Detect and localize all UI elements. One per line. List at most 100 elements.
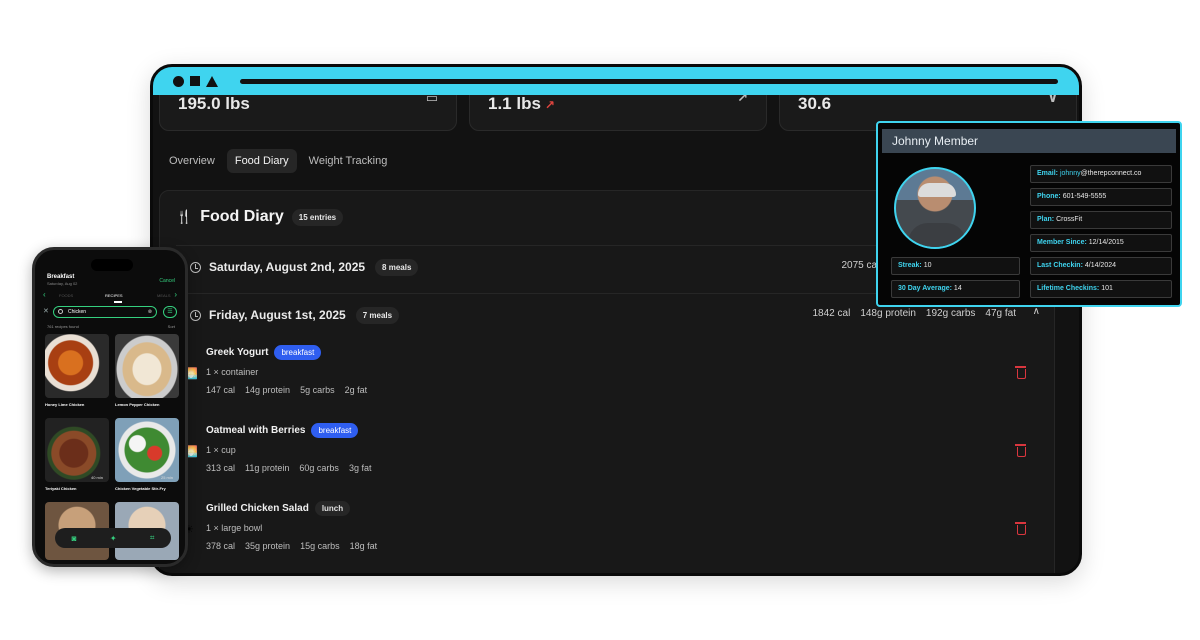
- day-protein: 148g protein: [860, 308, 916, 319]
- meal-macros: 378 cal 35g protein 15g carbs 18g fat: [206, 541, 377, 551]
- phone-date: Saturday, Aug 02: [47, 281, 78, 286]
- meal-name-row: Oatmeal with Berries breakfast: [206, 423, 359, 438]
- meal-carbs: 5g carbs: [300, 385, 335, 395]
- recipe-tile[interactable]: [115, 418, 179, 482]
- fork-knife-icon: 🍴: [176, 209, 193, 224]
- tab-weight-tracking[interactable]: Weight Tracking: [301, 149, 396, 173]
- sparkle-icon[interactable]: ✦: [110, 534, 117, 543]
- meal-calories: 378 cal: [206, 541, 236, 551]
- tab-overview[interactable]: Overview: [161, 149, 223, 173]
- meal-name: Oatmeal with Berries: [206, 425, 306, 436]
- recipe-tile[interactable]: [115, 334, 179, 398]
- meal-tag: breakfast: [274, 345, 322, 360]
- trash-icon[interactable]: [1015, 444, 1026, 457]
- member-email: Email: johnny@therepconnect.co: [1030, 165, 1172, 183]
- member-plan: Plan: CrossFit: [1030, 211, 1172, 229]
- day-date: Friday, August 1st, 2025: [209, 308, 346, 322]
- stat-value: 1.1 lbs ↗: [488, 94, 555, 113]
- square-icon: [190, 76, 200, 86]
- meal-name: Greek Yogurt: [206, 347, 269, 358]
- day-date: Saturday, August 2nd, 2025: [209, 260, 366, 274]
- search-value: Chicken: [68, 309, 87, 315]
- phone-tab-bar: ‹ FOODS RECIPES MEALS ›: [41, 290, 179, 303]
- meal-item: 🌅 Greek Yogurt breakfast 1 × container 1…: [184, 345, 1048, 411]
- avatar: [894, 167, 976, 249]
- member-card: Johnny Member Email: johnny@therepconnec…: [876, 121, 1182, 307]
- recipe-tile[interactable]: [45, 418, 109, 482]
- stat-value: 30.6: [798, 94, 832, 113]
- meals-badge: 8 meals: [375, 258, 419, 276]
- camera-icon[interactable]: ◙: [72, 534, 77, 543]
- recipe-tile[interactable]: [45, 334, 109, 398]
- member-streak: Streak: 10: [891, 257, 1020, 275]
- member-last-checkin: Last Checkin: 4/14/2024: [1030, 257, 1172, 275]
- phone-tab-foods[interactable]: FOODS: [59, 293, 73, 298]
- phone-tab-recipes[interactable]: RECIPES: [105, 293, 123, 298]
- meal-fat: 18g fat: [349, 541, 378, 551]
- meal-fat: 3g fat: [348, 463, 372, 473]
- recipe-search-input[interactable]: Chicken ⊗: [53, 306, 157, 318]
- window-titlebar: [153, 67, 1079, 95]
- meal-macros: 313 cal 11g protein 60g carbs 3g fat: [206, 463, 371, 473]
- clear-icon[interactable]: ⊗: [148, 309, 152, 315]
- sort-button[interactable]: Sort: [168, 324, 175, 329]
- meal-protein: 35g protein: [245, 541, 291, 551]
- meal-serving: 1 × cup: [206, 445, 236, 455]
- recipe-time: 25 min: [161, 475, 174, 480]
- tab-indicator: [114, 301, 122, 303]
- scan-icon[interactable]: ⌗: [150, 533, 155, 543]
- circle-icon: [173, 75, 184, 87]
- cancel-button[interactable]: Cancel: [159, 278, 175, 284]
- recipe-time: 40 min: [91, 475, 104, 480]
- chevron-up-icon[interactable]: ∧: [1033, 306, 1040, 317]
- tab-bar: Overview Food Diary Weight Tracking: [161, 149, 395, 173]
- member-name: Johnny Member: [882, 129, 1176, 153]
- member-30-day-average: 30 Day Average: 14: [891, 280, 1020, 298]
- recipe-count: 761 recipes found: [47, 324, 79, 329]
- meal-carbs: 60g carbs: [299, 463, 339, 473]
- recipe-name: Chicken Vegetable Stir-Fry: [115, 486, 166, 491]
- member-since: Member Since: 12/14/2015: [1030, 234, 1172, 252]
- meals-badge: 7 meals: [355, 306, 400, 324]
- chevron-right-icon[interactable]: ›: [174, 290, 177, 299]
- triangle-icon: [206, 75, 218, 87]
- recipe-name: Lemon Pepper Chicken: [115, 402, 160, 407]
- meal-serving: 1 × container: [206, 367, 259, 377]
- meal-tag: lunch: [314, 501, 351, 516]
- filter-button[interactable]: ☰: [163, 306, 177, 318]
- day-calories: 2075 cal: [841, 260, 880, 271]
- stat-value: 195.0 lbs: [178, 94, 250, 113]
- meal-name-row: Greek Yogurt breakfast: [206, 345, 322, 360]
- meal-tag: breakfast: [311, 423, 359, 438]
- meal-name-row: Grilled Chicken Salad lunch: [206, 501, 351, 516]
- phone-mockup: Breakfast Saturday, Aug 02 Cancel ‹ FOOD…: [32, 247, 188, 567]
- member-lifetime-checkins: Lifetime Checkins: 101: [1030, 280, 1172, 298]
- trash-icon[interactable]: [1015, 366, 1026, 379]
- clock-icon: [190, 309, 201, 321]
- chevron-left-icon[interactable]: ‹: [43, 290, 46, 299]
- address-bar[interactable]: [240, 78, 1058, 84]
- food-diary-title: Food Diary: [200, 208, 284, 225]
- phone-dock: ◙ ✦ ⌗: [55, 528, 171, 548]
- meal-protein: 14g protein: [245, 385, 291, 395]
- day-totals: 1842 cal 148g protein 192g carbs 47g fat: [813, 308, 1017, 319]
- day-carbs: 192g carbs: [925, 308, 976, 319]
- phone-tab-meals[interactable]: MEALS: [157, 293, 171, 298]
- close-icon[interactable]: ✕: [43, 307, 49, 315]
- entries-badge: 15 entries: [291, 208, 344, 226]
- meal-fat: 2g fat: [344, 385, 368, 395]
- member-phone: Phone: 601-549-5555: [1030, 188, 1172, 206]
- meal-item: 🌅 Oatmeal with Berries breakfast 1 × cup…: [184, 423, 1048, 489]
- search-icon: [58, 309, 63, 314]
- meal-item: ☀ Grilled Chicken Salad lunch 1 × large …: [184, 501, 1048, 567]
- day-calories: 1842 cal: [812, 308, 851, 319]
- day-fat: 47g fat: [985, 308, 1016, 319]
- food-diary-header: 🍴 Food Diary 15 entries: [176, 208, 344, 226]
- meal-calories: 147 cal: [206, 385, 236, 395]
- trash-icon[interactable]: [1015, 522, 1026, 535]
- tab-food-diary[interactable]: Food Diary: [226, 149, 297, 173]
- meal-protein: 11g protein: [245, 463, 290, 473]
- meal-serving: 1 × large bowl: [206, 523, 263, 533]
- recipe-name: Teriyaki Chicken: [45, 486, 77, 491]
- meal-name: Grilled Chicken Salad: [206, 503, 309, 514]
